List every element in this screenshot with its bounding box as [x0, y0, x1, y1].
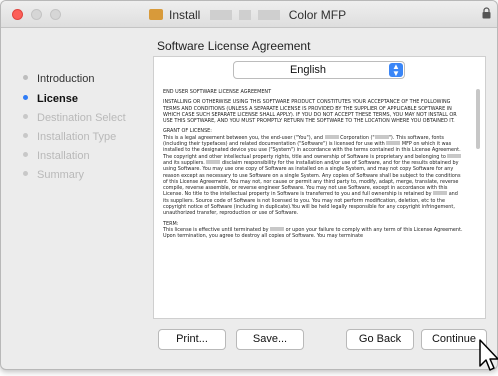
- step-label: Introduction: [37, 73, 95, 85]
- lock-icon: [482, 7, 491, 19]
- close-button[interactable]: [12, 9, 23, 20]
- step-dot: [23, 133, 28, 138]
- step-summary: Summary: [23, 169, 84, 181]
- step-dot: [23, 95, 28, 100]
- step-dot: [23, 171, 28, 176]
- title-prefix: Install: [169, 8, 201, 22]
- license-text-run: This license is effective until terminat…: [163, 226, 269, 233]
- step-introduction: Introduction: [23, 73, 94, 85]
- save-button[interactable]: Save...: [236, 329, 304, 350]
- step-dot: [23, 114, 28, 119]
- title-suffix: Color MFP: [288, 8, 347, 22]
- window-title: Install Color MFP: [149, 8, 346, 22]
- license-text[interactable]: END USER SOFTWARE LICENSE AGREEMENT INST…: [163, 89, 465, 317]
- redacted-text: [447, 153, 462, 158]
- minimize-button: [31, 9, 42, 20]
- license-text-run: This is a legal agreement between you, t…: [163, 134, 323, 141]
- print-button[interactable]: Print...: [158, 329, 226, 350]
- redacted-text: [386, 141, 401, 146]
- language-select[interactable]: English ▲ ▼: [233, 61, 405, 79]
- step-dot: [23, 152, 28, 157]
- redacted-text: [374, 134, 389, 139]
- step-installation-type: Installation Type: [23, 131, 116, 143]
- step-label: Installation: [37, 150, 90, 162]
- title-bar[interactable]: Install Color MFP: [1, 1, 497, 28]
- step-label: Summary: [37, 169, 85, 181]
- language-value: English: [289, 64, 327, 76]
- installer-window: Install Color MFP Introduction License D…: [0, 0, 498, 370]
- license-paragraph: This license is effective until terminat…: [163, 226, 465, 240]
- license-text-run: and its suppliers.: [163, 159, 205, 166]
- redacted-text: [324, 134, 339, 139]
- redacted-text: [209, 10, 232, 20]
- installer-steps: Introduction License Destination Select …: [1, 28, 149, 369]
- mouse-cursor-icon: [479, 339, 498, 371]
- step-license: License: [23, 93, 78, 105]
- license-text-run: disclaim responsibility for the installa…: [163, 159, 461, 198]
- step-dot: [23, 75, 28, 80]
- step-label: License: [37, 93, 78, 105]
- package-icon: [149, 9, 163, 20]
- license-paragraph: INSTALLING OR OTHERWISE USING THIS SOFTW…: [163, 99, 457, 125]
- license-title: END USER SOFTWARE LICENSE AGREEMENT: [163, 89, 272, 95]
- license-paragraph: This is a legal agreement between you, t…: [163, 134, 465, 217]
- page-title: Software License Agreement: [157, 39, 311, 53]
- redacted-text: [239, 10, 252, 20]
- step-destination-select: Destination Select: [23, 112, 126, 124]
- redacted-text: [433, 191, 448, 196]
- chevron-updown-icon: ▲ ▼: [389, 63, 403, 78]
- redacted-text: [258, 10, 281, 20]
- redacted-text: [270, 226, 285, 231]
- step-label: Destination Select: [37, 112, 126, 124]
- license-text-run: Corporation (": [340, 134, 375, 141]
- scrollbar[interactable]: [476, 89, 480, 149]
- redacted-text: [206, 159, 221, 164]
- step-label: Installation Type: [37, 131, 117, 143]
- zoom-button: [50, 9, 61, 20]
- step-installation: Installation: [23, 150, 90, 162]
- go-back-button[interactable]: Go Back: [346, 329, 414, 350]
